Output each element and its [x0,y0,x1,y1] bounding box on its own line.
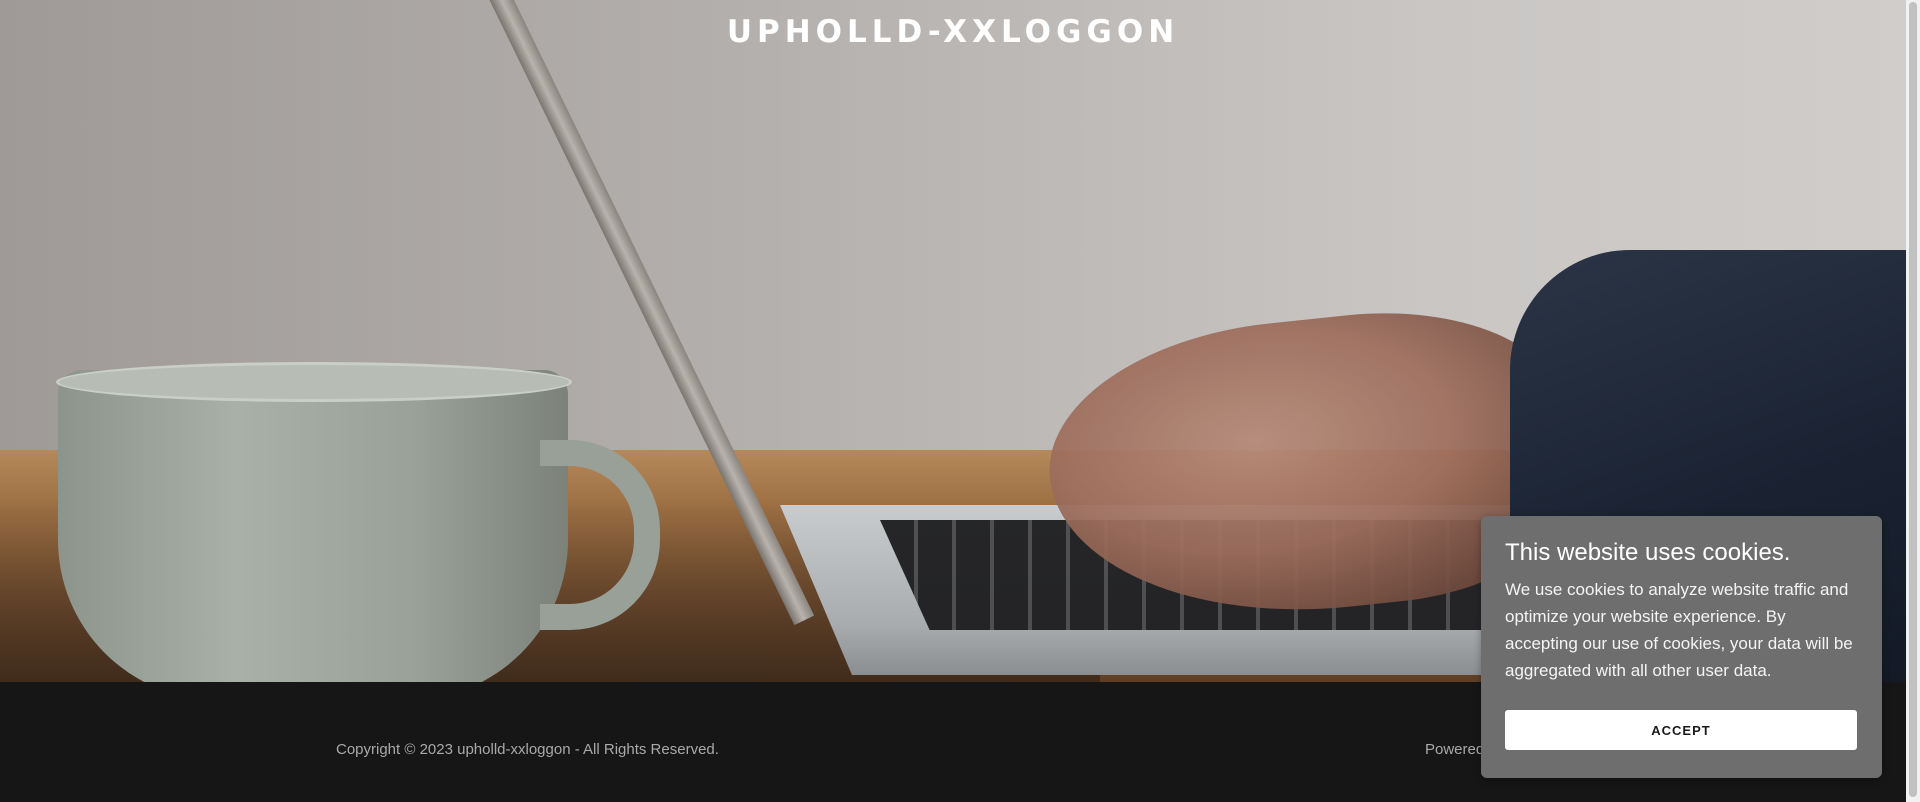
copyright-text: Copyright © 2023 upholld-xxloggon - All … [336,741,719,758]
site-title[interactable]: UPHOLLD-XXLOGGON [0,14,1906,50]
cookie-banner-message: We use cookies to analyze website traffi… [1505,580,1853,680]
accept-cookies-button[interactable]: ACCEPT [1505,710,1857,750]
coffee-cup-illustration [58,370,568,682]
vertical-scrollbar[interactable] [1906,0,1920,802]
scrollbar-thumb[interactable] [1909,2,1917,797]
cookie-banner: This website uses cookies. We use cookie… [1481,516,1882,778]
cookie-banner-title: This website uses cookies. [1505,539,1791,566]
powered-by-text: Powered [1425,741,1485,758]
